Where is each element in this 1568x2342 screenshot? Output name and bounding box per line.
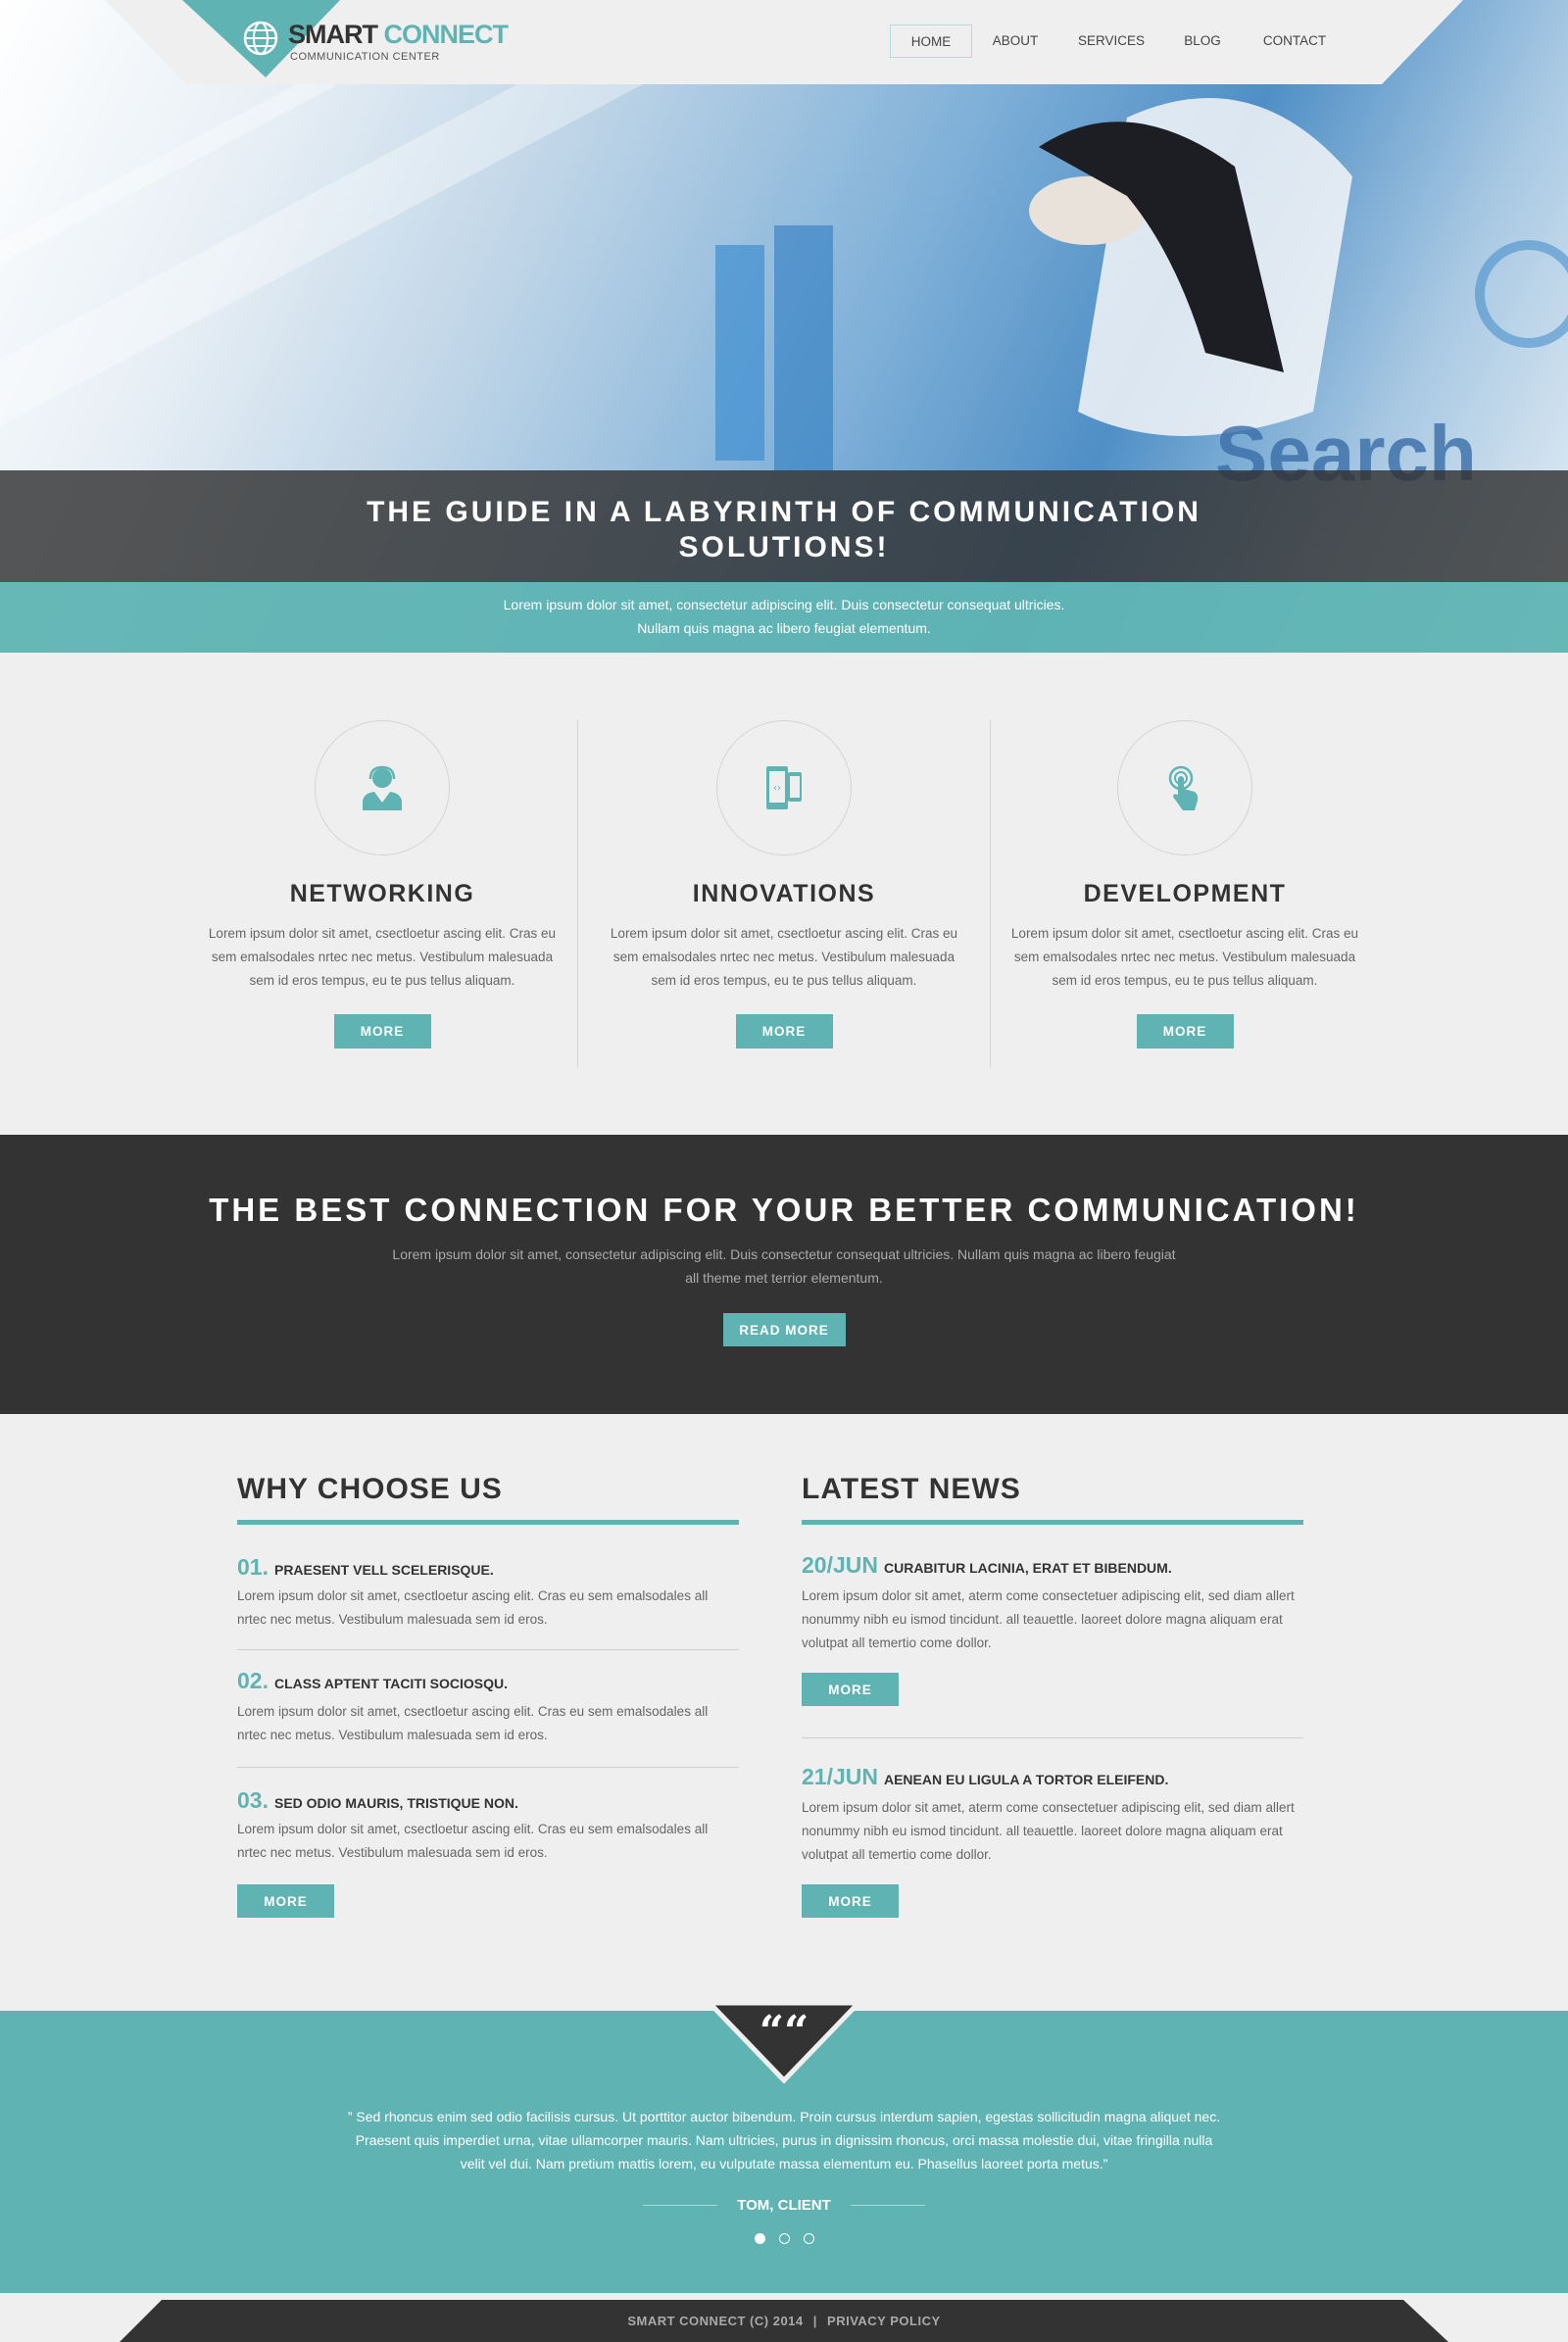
svg-text:‹›: ‹› (773, 783, 781, 794)
nav-services[interactable]: SERVICES (1072, 24, 1151, 58)
feature-text: Lorem ipsum dolor sit amet, csectloetur … (610, 926, 958, 988)
footer-separator: | (812, 2314, 817, 2328)
promo-text-line2: all theme met terrior elementum. (685, 1270, 883, 1286)
development-more-button[interactable]: MORE (1136, 1014, 1234, 1049)
news-item: 20/JUN CURABITUR LACINIA, ERAT ET BIBENDU… (802, 1552, 1303, 1706)
news-more-button[interactable]: MORE (802, 1884, 899, 1918)
item-number: 03. (237, 1787, 269, 1813)
hero-title-line1: THE GUIDE IN A LABYRINTH OF COMMUNICATIO… (367, 496, 1201, 528)
item-text: Lorem ipsum dolor sit amet, csectloetur … (237, 1822, 709, 1860)
feature-innovations: ‹› INNOVATIONS Lorem ipsum dolor sit ame… (608, 720, 960, 1049)
globe-icon (242, 20, 281, 59)
divider (990, 720, 991, 1068)
item-title: SED ODIO MAURIS, TRISTIQUE NON. (273, 1795, 518, 1811)
why-more-button[interactable]: MORE (237, 1884, 334, 1918)
logo[interactable]: SMART CONNECT (288, 20, 509, 50)
feature-title: NETWORKING (289, 880, 475, 907)
section-title: WHY CHOOSE US (237, 1473, 503, 1505)
news-date: 20/JUN (802, 1552, 878, 1578)
divider (237, 1767, 739, 1768)
item-title: PRAESENT VELL SCELERISQUE. (273, 1562, 494, 1578)
section-title: LATEST NEWS (802, 1473, 1021, 1505)
item-title: CLASS APTENT TACITI SOCIOSQU. (273, 1676, 508, 1691)
news-title[interactable]: CURABITUR LACINIA, ERAT ET BIBENDUM. (884, 1560, 1172, 1576)
promo-title: THE BEST CONNECTION FOR YOUR BETTER COMM… (209, 1192, 1359, 1228)
promo-text-line1: Lorem ipsum dolor sit amet, consectetur … (392, 1246, 1176, 1262)
copyright: SMART CONNECT (C) 2014 (627, 2314, 804, 2328)
nav-home[interactable]: HOME (890, 24, 972, 58)
divider (643, 2205, 718, 2206)
slide-dot[interactable] (803, 2233, 814, 2244)
feature-text: Lorem ipsum dolor sit amet, csectloetur … (208, 926, 557, 988)
list-item: 03. SED ODIO MAURIS, TRISTIQUE NON. Lorem… (237, 1787, 739, 1865)
title-underline (237, 1520, 739, 1525)
nav-contact[interactable]: CONTACT (1255, 24, 1334, 58)
item-text: Lorem ipsum dolor sit amet, csectloetur … (237, 1704, 709, 1742)
quote-icon: ““ (759, 2007, 809, 2057)
logo-brand-part1: SMART (288, 20, 378, 49)
list-item: 02. CLASS APTENT TACITI SOCIOSQU. Lorem i… (237, 1668, 739, 1747)
promo-section: THE BEST CONNECTION FOR YOUR BETTER COMM… (0, 1135, 1568, 1414)
logo-tagline: COMMUNICATION CENTER (290, 51, 440, 63)
hero-title-line2: SOLUTIONS! (678, 531, 890, 563)
nav-blog[interactable]: BLOG (1173, 24, 1232, 58)
hero-subtitle: Lorem ipsum dolor sit amet, consectetur … (0, 582, 1568, 653)
news-text: Lorem ipsum dolor sit amet, aterm come c… (802, 1588, 1295, 1650)
read-more-button[interactable]: READ MORE (722, 1313, 846, 1346)
news-item: 21/JUN AENEAN EU LIGULA A TORTOR ELEIFEND… (802, 1764, 1303, 1918)
phones-sync-icon: ‹› (716, 720, 852, 855)
feature-title: INNOVATIONS (692, 880, 876, 907)
divider (577, 720, 578, 1068)
divider (237, 1649, 739, 1650)
nav-about[interactable]: ABOUT (986, 24, 1045, 58)
feature-development: DEVELOPMENT Lorem ipsum dolor sit amet, … (1008, 720, 1361, 1049)
headset-user-icon (315, 720, 450, 855)
hero-subtitle-line1: Lorem ipsum dolor sit amet, consectetur … (503, 597, 1065, 612)
feature-text: Lorem ipsum dolor sit amet, csectloetur … (1010, 926, 1359, 988)
testimonial-author-row: TOM, CLIENT (0, 2197, 1568, 2214)
hero-title: THE GUIDE IN A LABYRINTH OF COMMUNICATIO… (0, 470, 1568, 582)
slide-dot-active[interactable] (754, 2233, 765, 2244)
news-text: Lorem ipsum dolor sit amet, aterm come c… (802, 1800, 1295, 1862)
quote-line1: ” Sed rhoncus enim sed odio facilisis cu… (347, 2109, 1221, 2124)
innovations-more-button[interactable]: MORE (735, 1014, 833, 1049)
divider (850, 2205, 925, 2206)
quote-line2: Praesent quis imperdiet urna, vitae ulla… (355, 2132, 1213, 2148)
feature-title: DEVELOPMENT (1083, 880, 1287, 907)
news-more-button[interactable]: MORE (802, 1673, 899, 1706)
logo-brand-part2: CONNECT (383, 20, 509, 49)
news-date: 21/JUN (802, 1764, 878, 1789)
networking-more-button[interactable]: MORE (333, 1014, 431, 1049)
divider (802, 1737, 1303, 1738)
why-choose-us: WHY CHOOSE US 01. PRAESENT VELL SCELERISQ… (237, 1473, 739, 1918)
touch-hand-icon (1117, 720, 1252, 855)
feature-networking: NETWORKING Lorem ipsum dolor sit amet, c… (206, 720, 559, 1049)
quote-line3: velit vel dui. Nam pretium mattis lorem,… (460, 2156, 1108, 2171)
list-item: 01. PRAESENT VELL SCELERISQUE. Lorem ipsu… (237, 1554, 739, 1632)
title-underline (802, 1520, 1303, 1525)
privacy-policy-link[interactable]: PRIVACY POLICY (827, 2314, 941, 2328)
slide-dot[interactable] (778, 2233, 790, 2244)
promo-text: Lorem ipsum dolor sit amet, consectetur … (0, 1243, 1568, 1290)
hero-subtitle-line2: Nullam quis magna ac libero feugiat elem… (637, 620, 931, 636)
item-number: 02. (237, 1668, 269, 1693)
news-title[interactable]: AENEAN EU LIGULA A TORTOR ELEIFEND. (884, 1772, 1168, 1787)
testimonial-author: TOM, CLIENT (737, 2197, 831, 2214)
item-text: Lorem ipsum dolor sit amet, csectloetur … (237, 1588, 709, 1627)
item-number: 01. (237, 1554, 269, 1580)
slider-dots (0, 2233, 1568, 2244)
latest-news: LATEST NEWS 20/JUN CURABITUR LACINIA, ERA… (802, 1473, 1303, 1918)
footer-text: SMART CONNECT (C) 2014 | PRIVACY POLICY (0, 2314, 1568, 2328)
